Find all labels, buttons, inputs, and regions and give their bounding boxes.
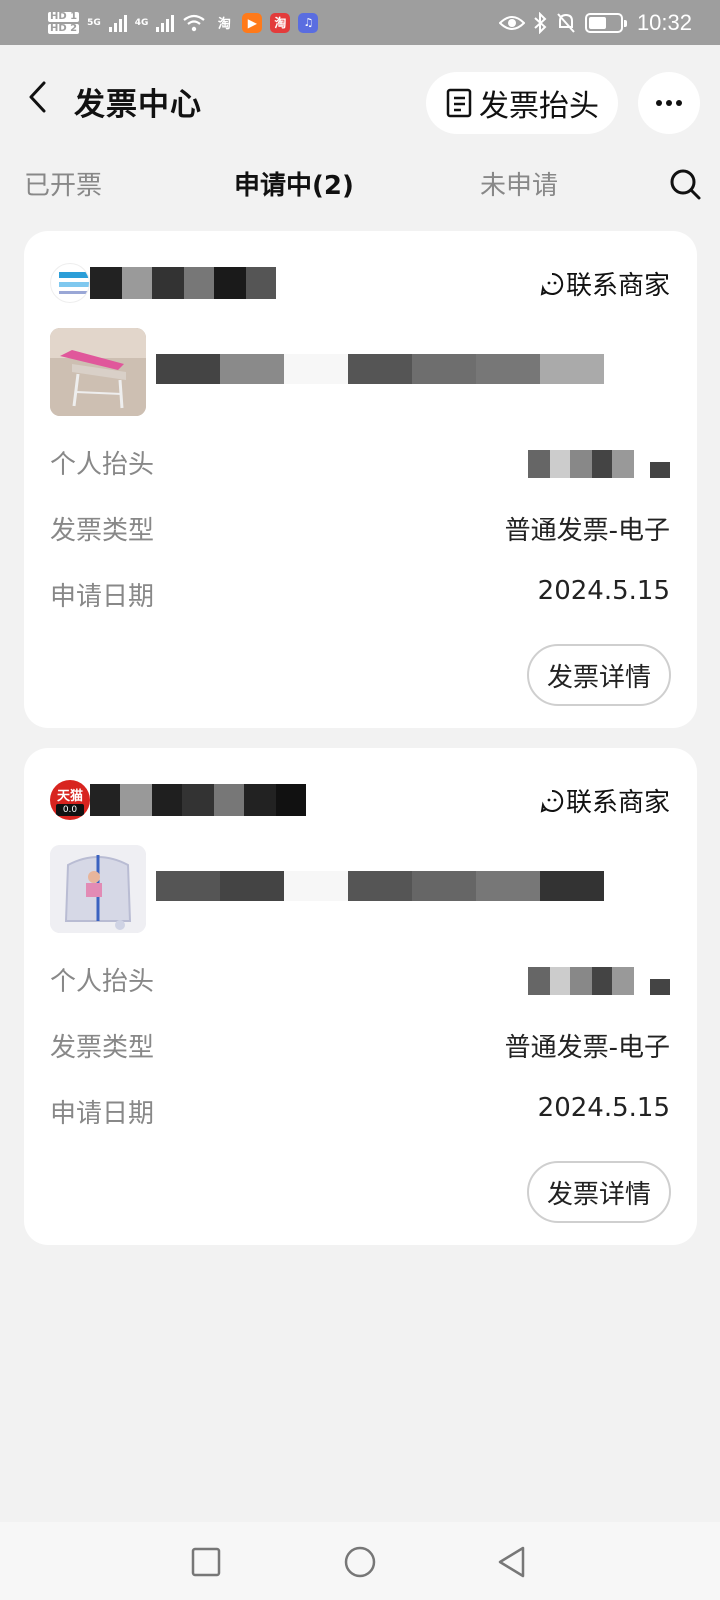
product-title-redacted xyxy=(156,354,666,384)
taobao-text-icon: 淘 xyxy=(214,12,235,33)
clock: 10:32 xyxy=(636,9,692,35)
personal-title-redacted xyxy=(528,450,670,478)
product-row[interactable] xyxy=(50,328,670,416)
info-label: 个人抬头 xyxy=(50,967,155,997)
hd-1-label: HD 1 xyxy=(48,10,80,22)
more-button[interactable] xyxy=(638,72,700,134)
info-row-title: 个人抬头 xyxy=(50,961,670,1001)
apply-date-value: 2024.5.15 xyxy=(537,1093,670,1123)
invoice-detail-button[interactable]: 发票详情 xyxy=(527,644,671,706)
info-label: 发票类型 xyxy=(50,516,155,546)
info-label: 个人抬头 xyxy=(50,450,155,480)
document-icon xyxy=(446,88,472,118)
music-app-icon: ♫ xyxy=(298,12,319,33)
invoice-card: 天猫 0.0 联系商家 个人抬头 发票类型 普通发票-电子 申请日期 2024.… xyxy=(24,748,697,1245)
product-thumbnail xyxy=(50,328,146,416)
square-icon xyxy=(191,1547,221,1577)
mute-bell-icon xyxy=(557,12,575,33)
recents-button[interactable] xyxy=(186,1542,226,1582)
bluetooth-icon xyxy=(534,11,547,34)
status-right: 10:32 xyxy=(498,9,692,36)
info-row-type: 发票类型 普通发票-电子 xyxy=(50,510,670,550)
store-name-redacted xyxy=(90,267,276,299)
chat-smile-icon xyxy=(540,272,564,296)
store-logo xyxy=(50,263,90,303)
invoice-type-value: 普通发票-电子 xyxy=(504,1033,670,1063)
product-thumbnail xyxy=(50,845,146,933)
apply-date-value: 2024.5.15 xyxy=(537,576,670,606)
store-row[interactable]: 天猫 0.0 联系商家 xyxy=(50,778,670,822)
contact-seller-label: 联系商家 xyxy=(565,271,670,301)
contact-seller-button[interactable]: 联系商家 xyxy=(540,265,670,302)
status-left: HD 1 HD 2 5G 4G 淘 ▶ 淘 ♫ xyxy=(48,10,319,34)
more-dot-icon xyxy=(656,100,662,106)
tab-bar: 已开票 申请中(2) 未申请 xyxy=(0,155,720,213)
hd-2-label: HD 2 xyxy=(48,22,80,34)
tab-not-applied[interactable]: 未申请 xyxy=(480,165,558,202)
massage-bed-image xyxy=(50,328,146,416)
chat-smile-icon xyxy=(540,789,564,813)
signal-icon xyxy=(156,14,175,32)
status-bar: HD 1 HD 2 5G 4G 淘 ▶ 淘 ♫ 10:32 xyxy=(0,0,720,45)
info-row-date: 申请日期 2024.5.15 xyxy=(50,1093,670,1133)
info-label: 申请日期 xyxy=(50,1099,155,1129)
back-nav-button[interactable] xyxy=(492,1542,532,1582)
circle-icon xyxy=(344,1546,376,1578)
tmall-store-logo: 天猫 0.0 xyxy=(50,780,90,820)
invoice-card: 联系商家 个人抬头 发票类型 普通发票-电子 申请日期 2024.5.15 发票… xyxy=(24,231,697,728)
video-app-icon: ▶ xyxy=(242,12,263,33)
back-button[interactable] xyxy=(22,77,54,117)
search-icon[interactable] xyxy=(668,167,702,201)
tab-applying[interactable]: 申请中(2) xyxy=(234,165,354,202)
invoice-type-value: 普通发票-电子 xyxy=(504,516,670,546)
product-row[interactable] xyxy=(50,845,670,933)
eye-icon xyxy=(498,15,525,30)
store-row[interactable]: 联系商家 xyxy=(50,261,670,305)
network-4g-label: 4G xyxy=(134,17,149,28)
invoice-header-button[interactable]: 发票抬头 xyxy=(426,72,618,134)
sauna-tent-image xyxy=(50,845,146,933)
more-dot-icon xyxy=(666,100,672,106)
page-title: 发票中心 xyxy=(74,87,202,123)
tmall-face-label: 0.0 xyxy=(56,804,84,816)
tab-issued[interactable]: 已开票 xyxy=(24,165,102,202)
chevron-left-icon xyxy=(29,81,46,113)
home-button[interactable] xyxy=(340,1542,380,1582)
contact-seller-button[interactable]: 联系商家 xyxy=(540,782,670,819)
invoice-detail-button[interactable]: 发票详情 xyxy=(527,1161,671,1223)
invoice-header-label: 发票抬头 xyxy=(479,89,599,124)
hd-indicator: HD 1 HD 2 xyxy=(48,10,80,34)
contact-seller-label: 联系商家 xyxy=(565,788,670,818)
personal-title-redacted xyxy=(528,967,670,995)
battery-icon xyxy=(584,12,627,33)
header: 发票中心 发票抬头 xyxy=(0,45,720,155)
signal-icon xyxy=(108,14,127,32)
tmall-badge-label: 天猫 xyxy=(56,789,83,804)
info-row-title: 个人抬头 xyxy=(50,444,670,484)
info-label: 申请日期 xyxy=(50,582,155,612)
info-row-type: 发票类型 普通发票-电子 xyxy=(50,1027,670,1067)
more-dot-icon xyxy=(676,100,682,106)
product-title-redacted xyxy=(156,871,666,901)
system-nav-bar xyxy=(0,1522,720,1600)
store-name-redacted xyxy=(90,784,306,816)
wifi-icon xyxy=(183,14,206,31)
network-5g-label: 5G xyxy=(87,17,101,28)
triangle-back-icon xyxy=(498,1546,525,1578)
taobao-app-icon: 淘 xyxy=(270,12,291,33)
info-label: 发票类型 xyxy=(50,1033,155,1063)
info-row-date: 申请日期 2024.5.15 xyxy=(50,576,670,616)
